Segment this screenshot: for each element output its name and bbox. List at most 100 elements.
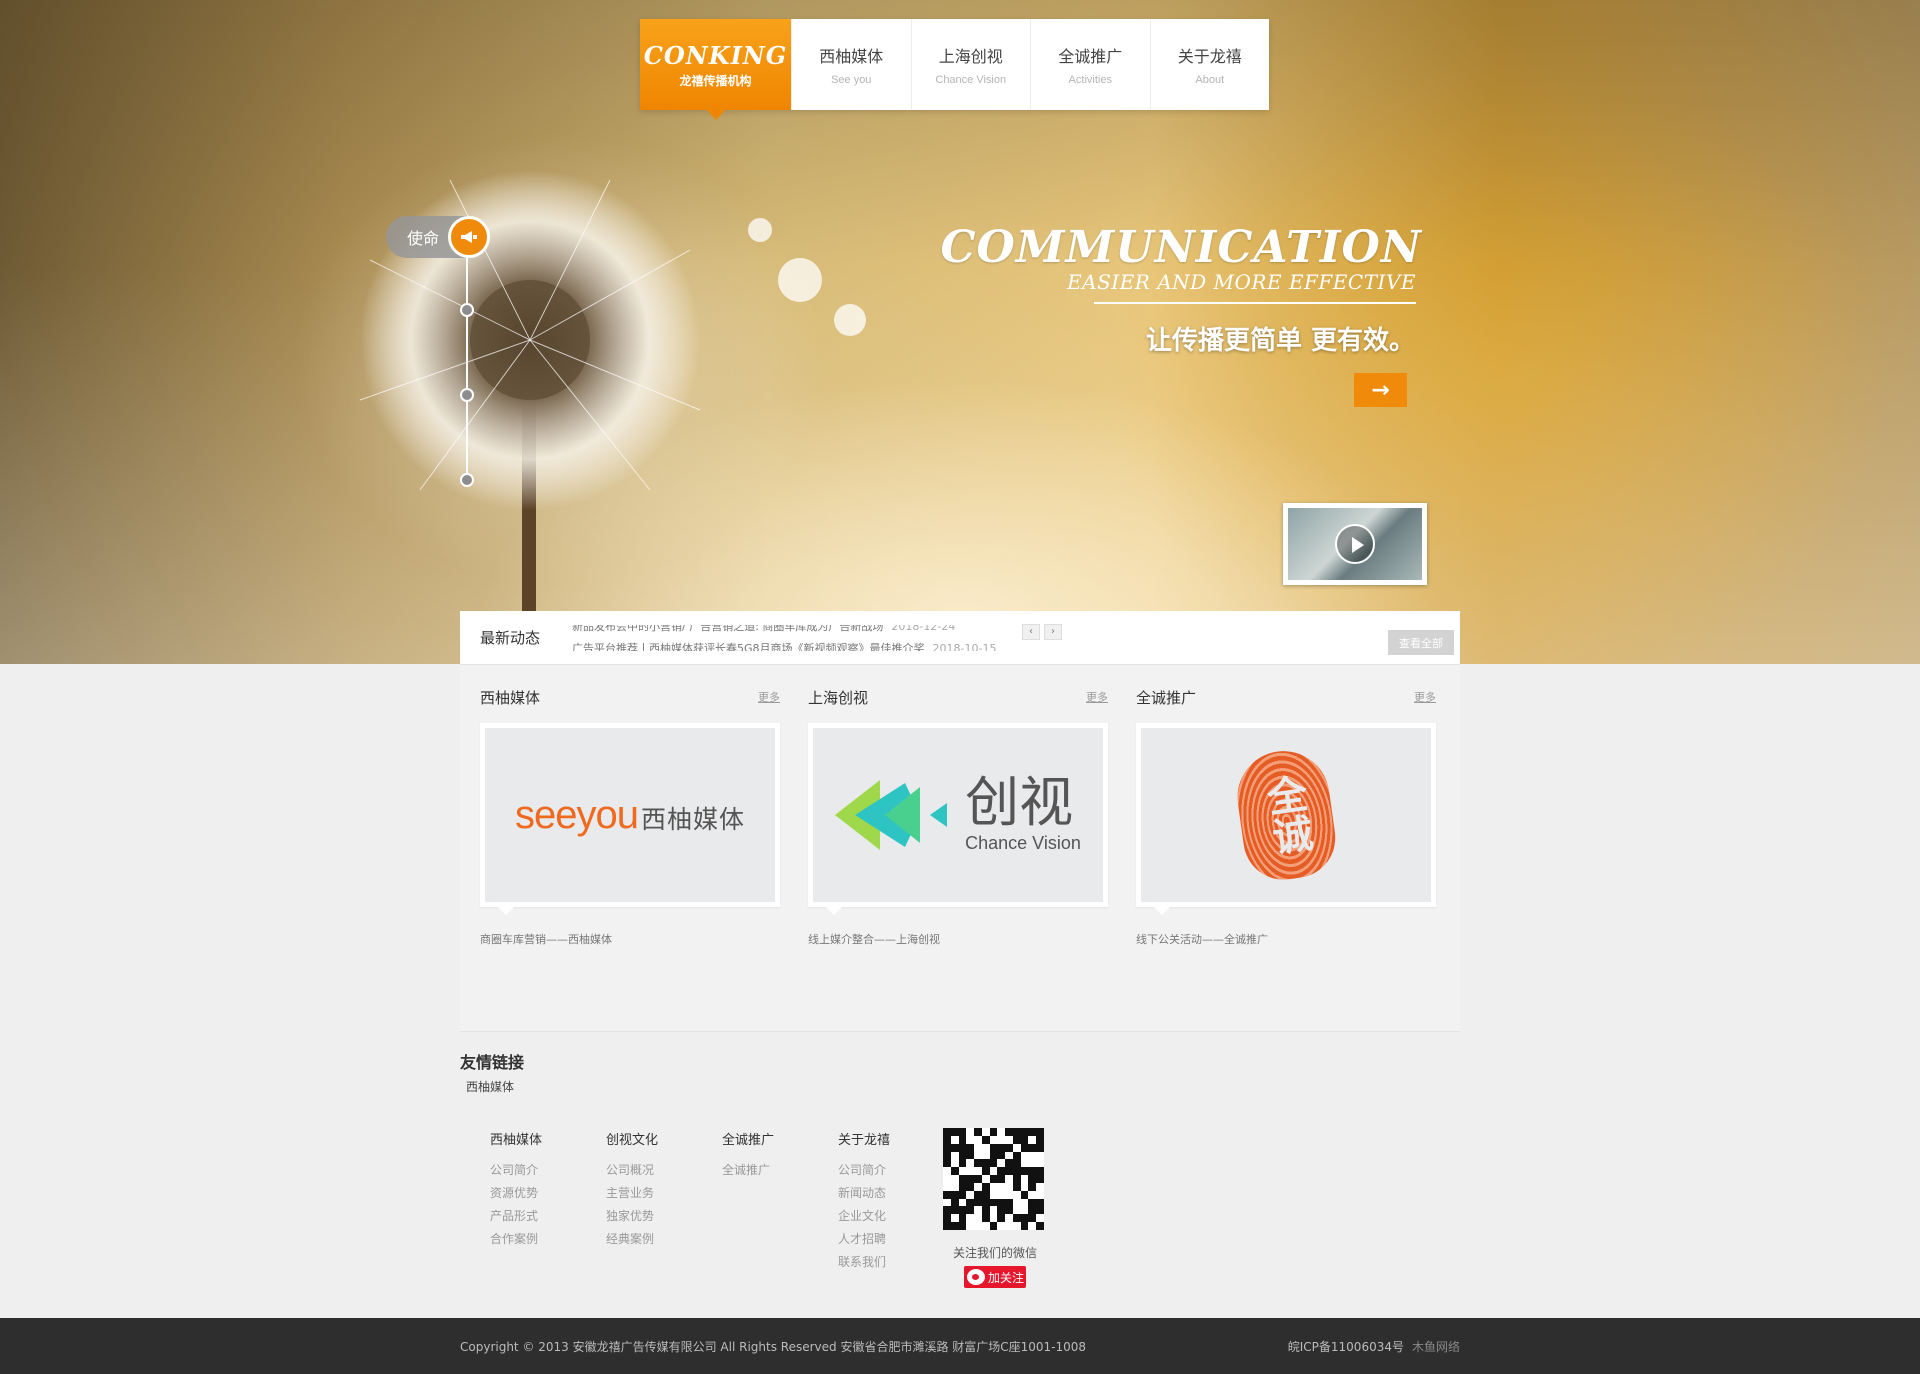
footer-column: 西柚媒体 公司简介 资源优势 产品形式 合作案例	[490, 1129, 542, 1253]
logo-text-cn: 全诚	[1257, 772, 1315, 858]
column-chance-vision: 上海创视 更多 创视 Chance Vision 线上媒介整合——上海创视	[808, 687, 1108, 947]
nav-item-label: 西柚媒体	[819, 47, 884, 66]
fingerprint-seal: 全诚	[1231, 745, 1341, 885]
icp-info: 皖ICP备11006034号 木鱼网络	[1288, 1338, 1460, 1355]
main-nav: CONKING 龙禧传播机构 西柚媒体 See you 上海创视 Chance …	[640, 19, 1270, 120]
column-caption[interactable]: 线下公关活动——全诚推广	[1136, 931, 1436, 947]
weibo-icon	[967, 1269, 985, 1285]
slogan-subhead: EASIER AND MORE EFFECTIVE	[1067, 270, 1416, 294]
content-panel: 西柚媒体 更多 seeyou西柚媒体 商圈车库营销——西柚媒体 上海创视 更多	[460, 664, 1460, 1032]
timeline-line	[466, 258, 468, 480]
more-link[interactable]: 更多	[1086, 689, 1108, 705]
nav-item-sublabel: About	[1195, 74, 1225, 86]
friends-title: 友情链接	[460, 1053, 525, 1072]
nav-item-seeyou[interactable]: 西柚媒体 See you	[791, 19, 911, 110]
column-title: 全诚推广	[1136, 688, 1197, 707]
chance-vision-emblem	[835, 780, 948, 850]
chance-vision-logo: 创视 Chance Vision	[813, 728, 1103, 902]
column-title: 上海创视	[808, 688, 869, 707]
column-caption[interactable]: 线上媒介整合——上海创视	[808, 931, 1108, 947]
column-title: 西柚媒体	[480, 688, 541, 707]
logo-text-en: Chance Vision	[965, 833, 1081, 853]
footer-column-title[interactable]: 全诚推广	[722, 1129, 774, 1148]
nav-item-activities[interactable]: 全诚推广 Activities	[1030, 19, 1150, 110]
timeline-dot[interactable]	[460, 303, 474, 317]
weibo-follow-button[interactable]: 加关注	[964, 1266, 1026, 1288]
footer-link[interactable]: 经典案例	[606, 1230, 658, 1253]
site-maker[interactable]: 木鱼网络	[1412, 1340, 1460, 1354]
footer-link[interactable]: 新闻动态	[838, 1184, 890, 1207]
news-pager: ‹ ›	[1022, 623, 1062, 640]
slogan-divider	[1094, 302, 1416, 304]
nav-item-label: 关于龙禧	[1177, 47, 1242, 66]
nav-item-label: 全诚推广	[1058, 47, 1123, 66]
footer-link[interactable]: 独家优势	[606, 1207, 658, 1230]
nav-item-chance-vision[interactable]: 上海创视 Chance Vision	[910, 19, 1031, 110]
footer-link[interactable]: 主营业务	[606, 1184, 658, 1207]
seeyou-logo: seeyou 西柚媒体	[485, 728, 775, 902]
chevron-left-icon[interactable]: ‹	[1022, 623, 1040, 640]
footer-link[interactable]: 联系我们	[838, 1253, 890, 1276]
footer-column: 全诚推广 全诚推广	[722, 1129, 774, 1184]
column-header: 西柚媒体 更多	[480, 687, 780, 707]
column-header: 上海创视 更多	[808, 687, 1108, 707]
footer-link[interactable]: 人才招聘	[838, 1230, 890, 1253]
more-link[interactable]: 更多	[1414, 689, 1436, 705]
megaphone-icon[interactable]	[448, 216, 490, 258]
video-preview	[1288, 508, 1422, 580]
column-image[interactable]: 全诚	[1136, 723, 1436, 915]
footer-column: 关于龙禧 公司简介 新闻动态 企业文化 人才招聘 联系我们	[838, 1129, 890, 1276]
wechat-qr-code	[943, 1128, 1044, 1230]
column-seeyou: 西柚媒体 更多 seeyou 西柚媒体 商圈车库营销——西柚媒体	[480, 687, 780, 947]
nav-item-about[interactable]: 关于龙禧 About	[1149, 19, 1270, 110]
column-image[interactable]: seeyou 西柚媒体	[480, 723, 780, 915]
logo-text-cn: 创视	[965, 771, 1074, 834]
play-icon[interactable]	[1335, 524, 1375, 564]
video-thumbnail[interactable]	[1283, 503, 1427, 585]
qr-label: 关注我们的微信	[953, 1246, 1038, 1260]
column-activities: 全诚推广 更多 全诚 线下公关活动——全诚推广	[1136, 687, 1436, 947]
news-bar: 最新动态 新品发布会中的小营销/ 广告营销之道: 商圈车库成为广告新战场 2018…	[460, 611, 1460, 664]
column-header: 全诚推广 更多	[1136, 687, 1436, 707]
weibo-label: 加关注	[988, 1270, 1025, 1285]
slogan-headline: COMMUNICATION	[940, 222, 1422, 273]
logo-text-en: seeyou	[515, 792, 639, 837]
column-caption[interactable]: 商圈车库营销——西柚媒体	[480, 931, 780, 947]
logo-text-cn: 西柚媒体	[640, 805, 745, 834]
footer-column-title[interactable]: 西柚媒体	[490, 1129, 542, 1148]
footer-column-title[interactable]: 创视文化	[606, 1129, 658, 1148]
column-image[interactable]: 创视 Chance Vision	[808, 723, 1108, 915]
chevron-right-icon[interactable]: ›	[1044, 623, 1062, 640]
more-link[interactable]: 更多	[758, 689, 780, 705]
icp-number[interactable]: 皖ICP备11006034号	[1288, 1340, 1404, 1354]
footer-link[interactable]: 产品形式	[490, 1207, 542, 1230]
footer-link[interactable]: 全诚推广	[722, 1161, 774, 1184]
view-all-button[interactable]: 查看全部	[1388, 630, 1454, 655]
timeline-dot[interactable]	[460, 388, 474, 402]
footer-column: 创视文化 公司概况 主营业务 独家优势 经典案例	[606, 1129, 658, 1253]
footer-link[interactable]: 企业文化	[838, 1207, 890, 1230]
timeline-dot[interactable]	[460, 473, 474, 487]
footer-link[interactable]: 公司概况	[606, 1161, 658, 1184]
news-item-date: 2018-10-15	[932, 641, 997, 651]
footer-link[interactable]: 公司简介	[838, 1161, 890, 1184]
footer-column-title[interactable]: 关于龙禧	[838, 1129, 890, 1148]
footer-link[interactable]: 合作案例	[490, 1230, 542, 1253]
copyright: Copyright © 2013 安徽龙禧广告传媒有限公司 All Rights…	[460, 1340, 1087, 1354]
news-item-date: 2018-12-24	[891, 624, 956, 633]
news-item-text: 新品发布会中的小营销/ 广告营销之道: 商圈车库成为广告新战场	[572, 624, 884, 633]
news-item[interactable]: 新品发布会中的小营销/ 广告营销之道: 商圈车库成为广告新战场 2018-12-2…	[572, 625, 955, 634]
friend-link[interactable]: 西柚媒体	[466, 1078, 514, 1095]
logo-mark: CONKING	[643, 40, 788, 70]
quancheng-logo: 全诚	[1141, 728, 1431, 902]
nav-item-sublabel: Activities	[1068, 74, 1112, 86]
nav-item-sublabel: See you	[831, 74, 872, 86]
logo[interactable]: CONKING 龙禧传播机构	[640, 19, 791, 120]
news-item[interactable]: 广告平台推荐丨西柚媒体获评长春5G8月商场《新视频观察》最佳推介奖 2018-10…	[572, 640, 996, 651]
news-title: 最新动态	[480, 629, 541, 647]
footer-link[interactable]: 公司简介	[490, 1161, 542, 1184]
bottom-bar: Copyright © 2013 安徽龙禧广告传媒有限公司 All Rights…	[0, 1318, 1920, 1374]
arrow-right-button[interactable]: →	[1354, 373, 1407, 407]
news-item-text: 广告平台推荐丨西柚媒体获评长春5G8月商场《新视频观察》最佳推介奖	[572, 641, 925, 651]
footer-link[interactable]: 资源优势	[490, 1184, 542, 1207]
